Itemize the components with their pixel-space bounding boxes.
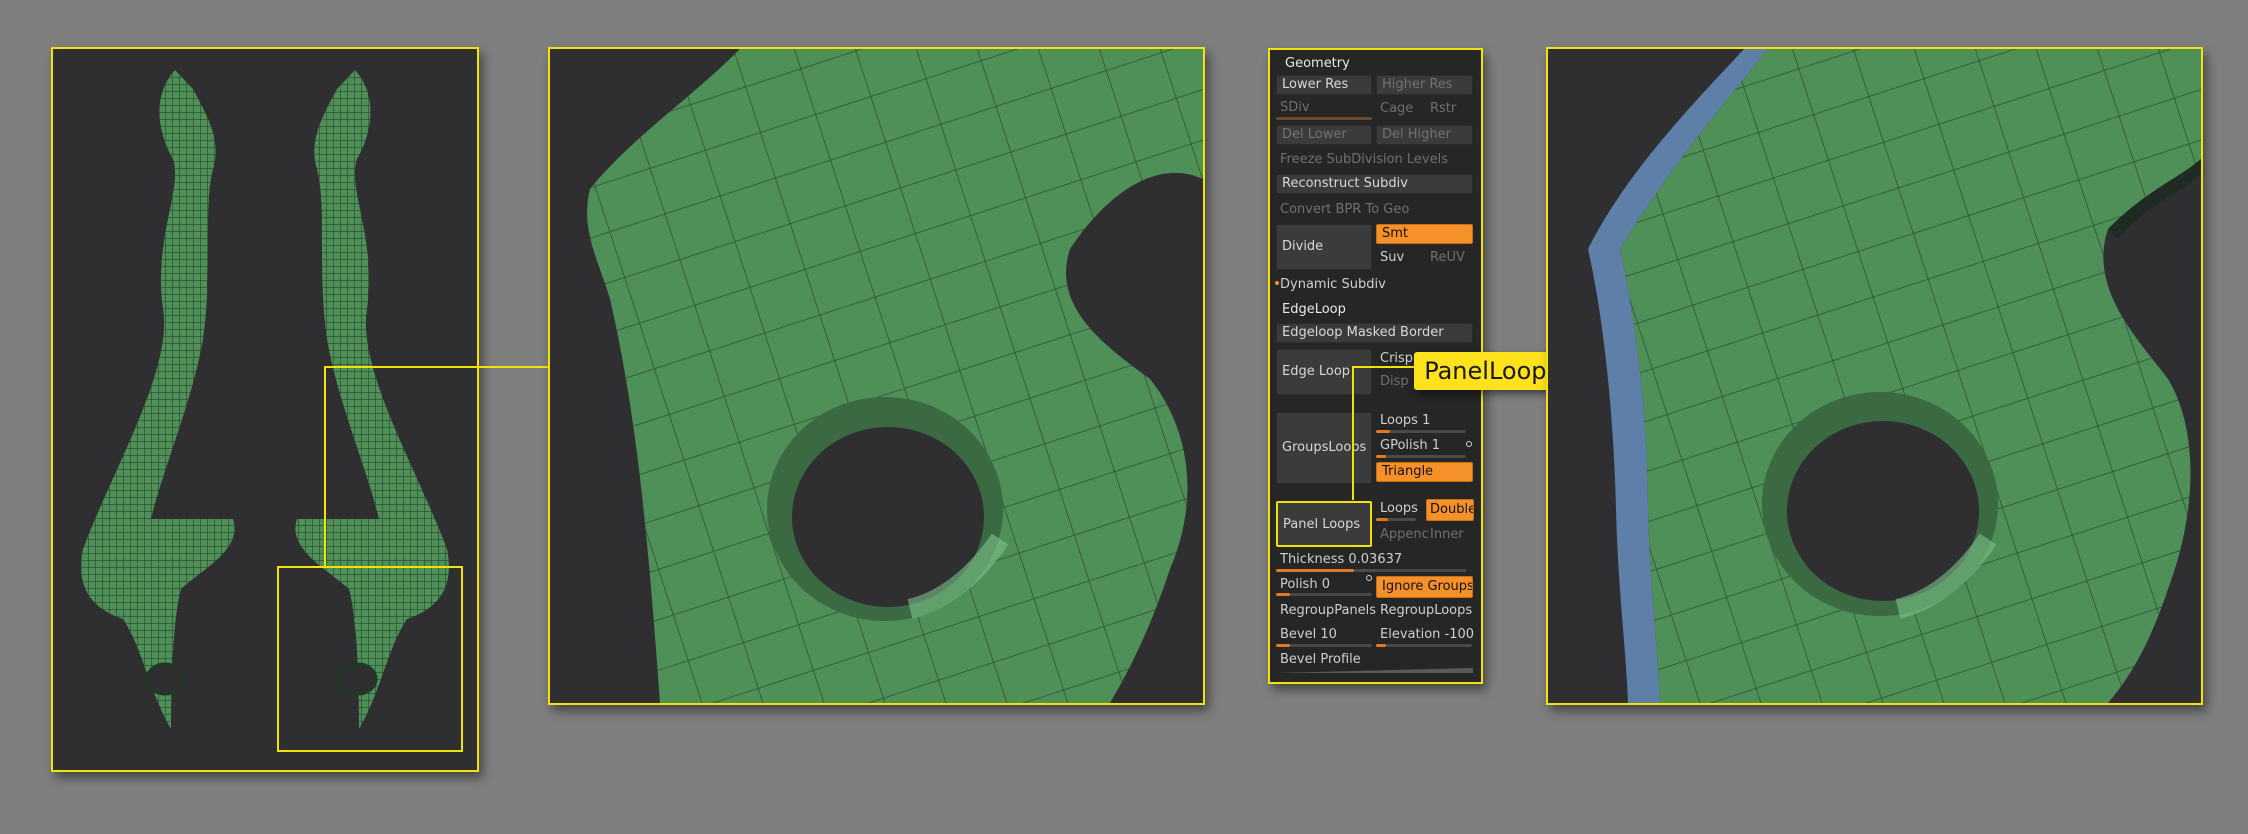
loops-1-slider[interactable] [1376,430,1466,433]
gpolish-slider-label: GPolish 1 [1380,438,1441,453]
bevel-profile-curve[interactable] [1276,660,1473,674]
polish-slider-label: Polish 0 [1280,577,1330,592]
divide-button[interactable]: Divide [1276,224,1372,270]
edgeloop-header[interactable]: EdgeLoop [1282,302,1346,317]
reconstruct-subdiv-button[interactable]: Reconstruct Subdiv [1276,174,1473,194]
cage-button[interactable]: Cage [1380,101,1413,116]
elevation-slider-label: Elevation -100 [1380,627,1475,642]
thickness-slider[interactable] [1276,569,1466,572]
panel-loops-count-label: Loops [1380,501,1418,516]
polish-slider[interactable] [1276,593,1372,596]
thickness-slider-label: Thickness 0.03637 [1280,552,1403,567]
double-toggle[interactable]: Double [1426,499,1474,521]
reuv-button[interactable]: ReUV [1430,250,1465,265]
sdiv-slider[interactable] [1276,117,1372,120]
disp-toggle[interactable]: Disp [1380,374,1409,389]
regroup-panels-button[interactable]: RegroupPanels [1280,603,1376,618]
loops-1-slider-label: Loops 1 [1380,413,1431,428]
result-mesh-viewport [1546,47,2203,705]
thickness-circle-icon[interactable] [1366,575,1372,581]
del-lower-button[interactable]: Del Lower [1276,125,1372,145]
del-higher-button[interactable]: Del Higher [1376,125,1473,145]
connector-line-vertical [324,366,326,566]
ignore-groups-toggle[interactable]: Ignore Groups [1376,576,1473,598]
crisp-toggle[interactable]: Crisp [1380,351,1413,366]
callout-connector-vertical [1352,366,1354,500]
gpolish-circle-icon[interactable] [1466,441,1472,447]
bevel-slider-label: Bevel 10 [1280,627,1337,642]
triangle-toggle[interactable]: Triangle [1376,462,1473,482]
sdiv-slider-label: SDiv [1280,100,1310,115]
edgeloop-masked-border-button[interactable]: Edgeloop Masked Border [1276,323,1473,343]
higher-res-button[interactable]: Higher Res [1376,75,1473,95]
convert-bpr-button[interactable]: Convert BPR To Geo [1280,202,1409,217]
freeze-subdivision-button[interactable]: Freeze SubDivision Levels [1280,152,1448,167]
append-toggle[interactable]: Appenc [1380,527,1429,542]
panel-loops-slider[interactable] [1376,518,1416,521]
edge-loop-button[interactable]: Edge Loop [1276,349,1372,395]
full-model-viewport [51,47,479,772]
inner-toggle[interactable]: Inner [1430,527,1464,542]
regroup-loops-button[interactable]: RegroupLoops [1380,603,1472,618]
panel-title: Geometry [1285,56,1350,71]
smt-toggle[interactable]: Smt [1376,224,1473,244]
groups-loops-button[interactable]: GroupsLoops [1276,412,1372,484]
suv-toggle[interactable]: Suv [1380,250,1404,265]
zoomed-mesh-viewport [548,47,1205,705]
zoom-region-box [277,566,463,752]
lower-res-button[interactable]: Lower Res [1276,75,1372,95]
edgeloop-active-indicator [1275,281,1279,285]
panel-loops-button[interactable]: Panel Loops [1276,501,1372,547]
rstr-button[interactable]: Rstr [1430,101,1456,116]
bevel-slider[interactable] [1276,644,1372,647]
callout-connector-horizontal [1352,366,1414,368]
elevation-slider[interactable] [1376,644,1472,647]
gpolish-slider[interactable] [1376,455,1466,458]
zoomed-mesh [587,49,1203,703]
result-mesh [1588,49,2201,703]
dynamic-subdiv-header[interactable]: Dynamic Subdiv [1280,277,1386,292]
